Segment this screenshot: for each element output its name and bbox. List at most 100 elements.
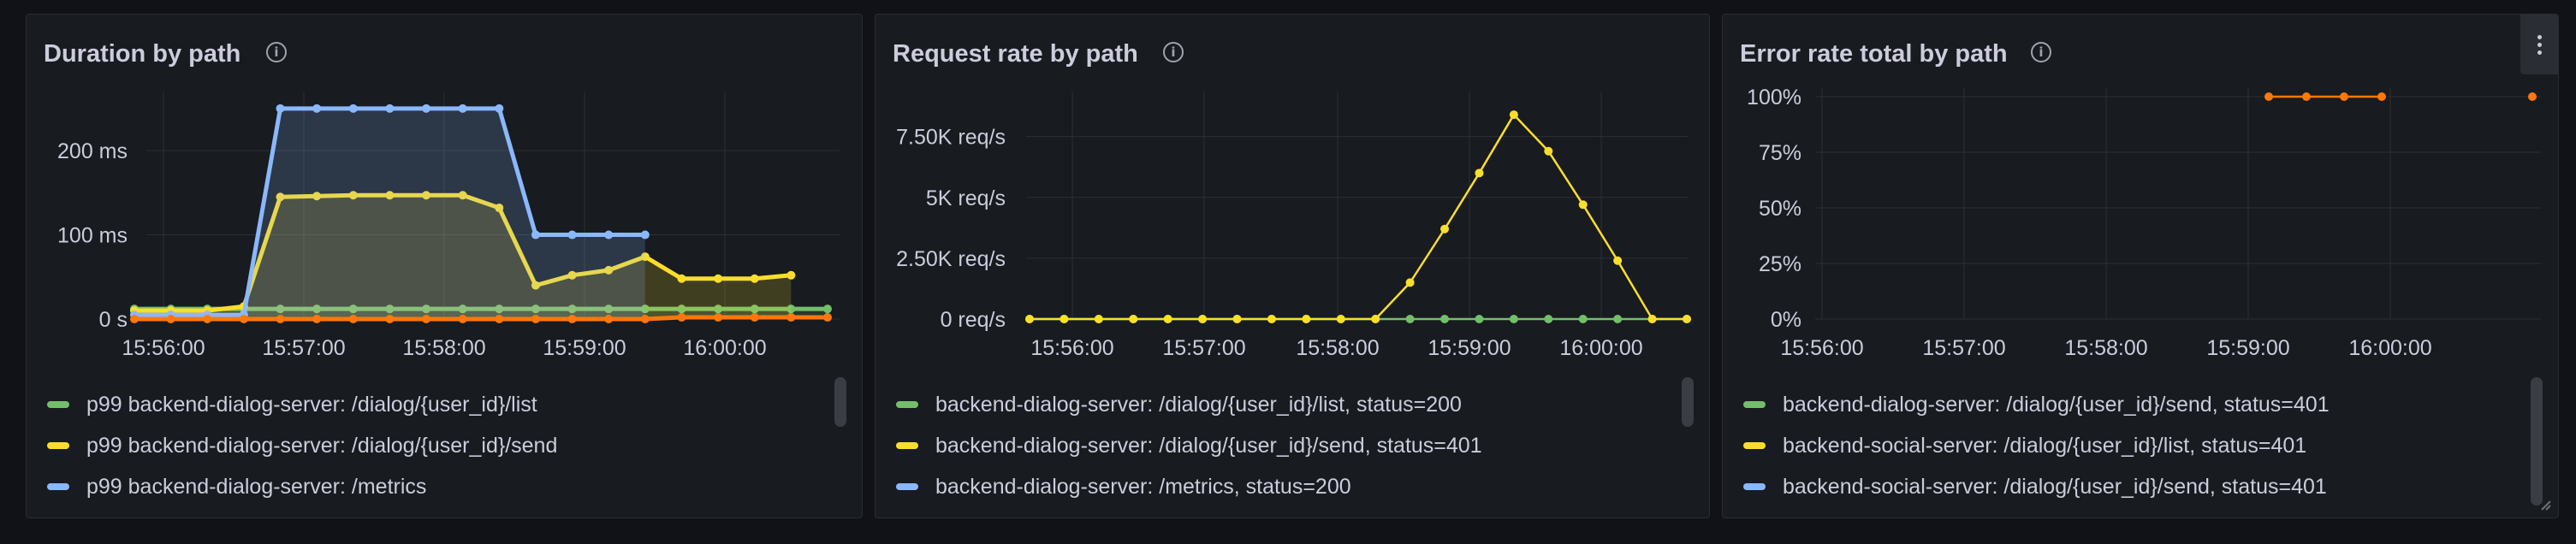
data-point xyxy=(422,103,431,113)
legend-swatch xyxy=(1743,483,1766,490)
legend-label: backend-social-server: /dialog/{user_id}… xyxy=(1783,433,2307,458)
data-point xyxy=(567,315,577,323)
x-tick-label: 15:58:00 xyxy=(1296,336,1379,357)
data-point xyxy=(458,315,467,323)
legend-item[interactable]: p99 backend-dialog-server: /dialog/{user… xyxy=(47,387,537,422)
request-rate-chart[interactable]: 0 req/s 2.50K req/s 5K req/s 7.50K req/s 15:… xyxy=(875,15,1710,357)
data-point xyxy=(604,230,614,239)
data-point xyxy=(823,305,832,314)
data-point xyxy=(312,103,322,113)
data-point xyxy=(348,103,358,113)
legend-label: backend-dialog-server: /dialog/{user_id}… xyxy=(935,433,1482,458)
data-point xyxy=(1163,315,1172,323)
data-point xyxy=(1683,315,1691,323)
legend-scrollbar[interactable] xyxy=(834,377,846,427)
data-point xyxy=(1578,315,1588,323)
legend-item[interactable]: backend-social-server: /dialog/{user_id}… xyxy=(1743,429,2306,463)
legend-item[interactable]: p99 backend-dialog-server: /metrics xyxy=(47,470,426,504)
data-point xyxy=(1440,315,1450,323)
data-point xyxy=(677,274,686,283)
y-tick-label: 100% xyxy=(1747,86,1801,109)
data-point xyxy=(2340,92,2348,101)
data-point xyxy=(604,315,614,323)
x-tick-label: 15:59:00 xyxy=(543,336,626,357)
legend-label: backend-social-server: /dialog/{user_id}… xyxy=(1783,474,2327,499)
resize-handle-icon[interactable] xyxy=(2539,499,2551,511)
legend: backend-dialog-server: /dialog/{user_id}… xyxy=(1723,364,2558,514)
legend-item[interactable]: backend-dialog-server: /dialog/{user_id}… xyxy=(896,387,1462,422)
legend-scrollbar[interactable] xyxy=(1682,377,1694,427)
y-tick-label: 200 ms xyxy=(57,139,128,163)
data-point xyxy=(1059,315,1069,323)
data-point xyxy=(1475,169,1484,178)
legend-swatch xyxy=(47,483,69,490)
legend-item[interactable]: backend-social-server: /dialog/{user_id}… xyxy=(1743,470,2327,504)
data-point xyxy=(1475,315,1484,323)
y-tick-label: 5K req/s xyxy=(926,186,1006,210)
x-tick-label: 15:57:00 xyxy=(262,336,345,357)
data-point xyxy=(1405,315,1415,323)
legend-item[interactable]: p99 backend-dialog-server: /dialog/{user… xyxy=(47,429,557,463)
data-point xyxy=(2264,92,2273,101)
data-point xyxy=(1544,315,1553,323)
data-point xyxy=(495,103,504,113)
legend-item[interactable]: p99 backend-social-server: /dialog/{user… xyxy=(47,511,535,514)
data-point xyxy=(1440,224,1450,234)
legend-item[interactable]: backend-dialog-server: /metrics, status=… xyxy=(896,470,1351,504)
x-tick-label: 15:58:00 xyxy=(402,336,485,357)
data-point xyxy=(2377,92,2386,101)
data-point xyxy=(714,313,723,322)
x-tick-label: 15:56:00 xyxy=(1780,336,1863,357)
y-tick-label: 75% xyxy=(1759,141,1801,165)
duration-chart[interactable]: 0 s 100 ms 200 ms 15:56:00 15:57:00 15:58:00 1… xyxy=(27,15,863,357)
legend-item[interactable]: backend-dialog-server: /dialog/{user_id}… xyxy=(1743,387,2330,422)
data-point xyxy=(1647,315,1657,323)
series-line xyxy=(134,315,828,322)
legend-swatch xyxy=(896,401,918,408)
y-tick-label: 0% xyxy=(1771,308,1801,332)
legend-item[interactable]: backend-social-server: /user/me, status=… xyxy=(1743,511,2205,514)
data-point xyxy=(1509,110,1518,120)
legend: backend-dialog-server: /dialog/{user_id}… xyxy=(875,364,1709,514)
y-tick-label: 0 req/s xyxy=(941,308,1006,332)
data-point xyxy=(531,230,540,239)
data-point xyxy=(1578,200,1588,210)
legend-label: backend-dialog-server: /dialog/{user_id}… xyxy=(1783,392,2330,417)
data-point xyxy=(1302,315,1311,323)
data-point xyxy=(1336,315,1345,323)
x-tick-label: 15:58:00 xyxy=(2064,336,2147,357)
data-point xyxy=(239,315,248,323)
data-point xyxy=(1371,315,1380,323)
data-point xyxy=(677,313,686,322)
data-point xyxy=(1613,256,1623,265)
legend-item[interactable]: backend-dialog-server: /dialog/{user_id}… xyxy=(896,429,1482,463)
x-tick-label: 16:00:00 xyxy=(2348,336,2431,357)
legend-item[interactable]: backend-social-server: /dialog/{user_id}… xyxy=(896,511,1459,514)
y-tick-label: 100 ms xyxy=(57,224,128,248)
data-point xyxy=(348,315,358,323)
x-tick-label: 15:59:00 xyxy=(1427,336,1511,357)
data-point xyxy=(1129,315,1138,323)
legend-swatch xyxy=(1743,442,1766,449)
data-point xyxy=(1198,315,1208,323)
x-tick-label: 15:56:00 xyxy=(122,336,205,357)
series-line xyxy=(1030,113,1687,321)
series-area xyxy=(134,108,645,319)
data-point xyxy=(1025,315,1034,323)
data-point xyxy=(714,274,723,283)
data-point xyxy=(166,315,175,323)
y-tick-label: 7.50K req/s xyxy=(896,126,1006,150)
data-point xyxy=(786,313,796,322)
data-point xyxy=(1094,315,1103,323)
data-point xyxy=(2302,92,2311,101)
x-tick-label: 15:57:00 xyxy=(1162,336,1245,357)
error-rate-chart[interactable]: 0% 25% 50% 75% 100% 15:56:00 15:57:00 15:58:00 1… xyxy=(1723,15,2559,357)
legend-swatch xyxy=(47,401,69,408)
legend-scrollbar[interactable] xyxy=(2531,377,2543,506)
data-point xyxy=(567,230,577,239)
data-point xyxy=(1613,315,1623,323)
data-point xyxy=(640,315,650,323)
x-tick-label: 15:57:00 xyxy=(1922,336,2005,357)
panel-duration-by-path: Duration by path i 0 s 100 ms 200 ms 15:56:… xyxy=(26,14,863,518)
legend: p99 backend-dialog-server: /dialog/{user… xyxy=(27,364,862,514)
